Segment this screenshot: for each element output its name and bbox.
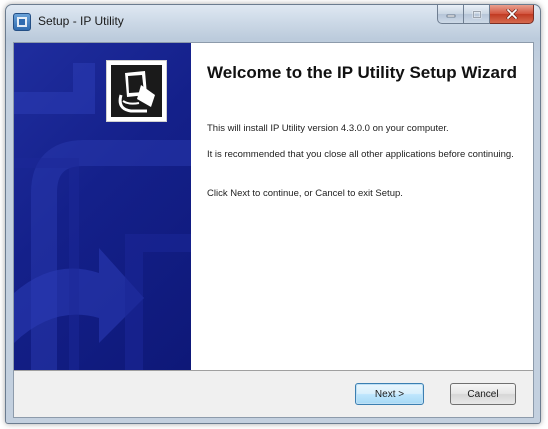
maximize-button[interactable] bbox=[464, 5, 490, 24]
title-bar[interactable]: Setup - IP Utility bbox=[6, 5, 540, 43]
cancel-button[interactable]: Cancel bbox=[450, 383, 516, 405]
window-title: Setup - IP Utility bbox=[38, 14, 124, 28]
wizard-button-bar: Next > Cancel bbox=[14, 370, 533, 417]
setup-window: Setup - IP Utility Welcome to the IP Uti… bbox=[5, 4, 541, 424]
continue-instructions-text: Click Next to continue, or Cancel to exi… bbox=[207, 188, 403, 199]
wizard-client-area: Welcome to the IP Utility Setup Wizard T… bbox=[13, 42, 534, 418]
next-button[interactable]: Next > bbox=[355, 383, 424, 405]
close-apps-text: It is recommended that you close all oth… bbox=[207, 149, 514, 160]
setup-logo bbox=[106, 60, 167, 122]
minimize-button[interactable] bbox=[437, 5, 464, 24]
close-button[interactable] bbox=[490, 5, 534, 24]
minimize-icon bbox=[446, 14, 455, 18]
computer-install-icon bbox=[118, 71, 155, 113]
wizard-content: Welcome to the IP Utility Setup Wizard T… bbox=[201, 43, 533, 370]
caption-buttons bbox=[437, 5, 534, 25]
close-icon bbox=[506, 9, 517, 19]
wizard-side-image bbox=[14, 43, 191, 370]
wizard-heading: Welcome to the IP Utility Setup Wizard bbox=[207, 63, 517, 82]
maximize-icon bbox=[472, 10, 481, 18]
setup-app-icon bbox=[13, 13, 31, 31]
install-info-text: This will install IP Utility version 4.3… bbox=[207, 123, 449, 134]
